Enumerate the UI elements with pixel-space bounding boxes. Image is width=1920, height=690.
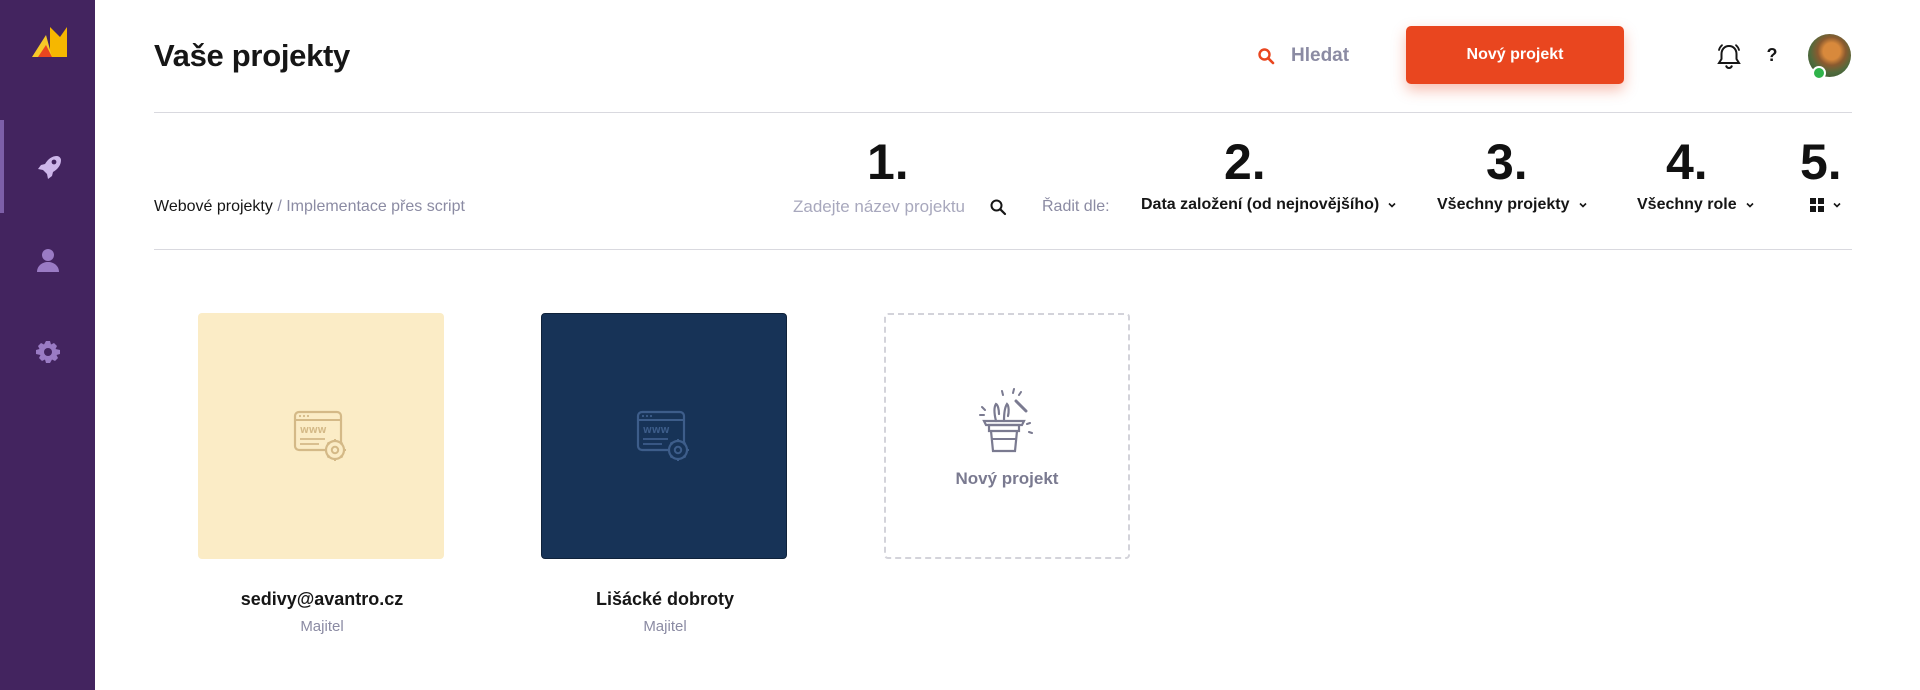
breadcrumb-current: Implementace přes script bbox=[286, 198, 465, 215]
new-project-card[interactable]: Nový projekt bbox=[884, 313, 1132, 559]
search-icon[interactable] bbox=[989, 198, 1007, 216]
project-card[interactable]: WWW sedivy@avantro.cz Majitel bbox=[198, 313, 446, 635]
new-project-button[interactable]: Nový projekt bbox=[1406, 26, 1624, 84]
online-status-dot bbox=[1812, 66, 1826, 80]
chevron-down-icon bbox=[1746, 202, 1754, 208]
annotation-1: 1. bbox=[867, 134, 909, 190]
project-name-input[interactable] bbox=[793, 194, 977, 220]
website-settings-icon: WWW bbox=[293, 410, 346, 461]
search-icon bbox=[1258, 48, 1275, 65]
project-card[interactable]: WWW Lišácké dobroty Majitel bbox=[541, 313, 789, 635]
new-project-tile[interactable]: Nový projekt bbox=[884, 313, 1130, 559]
global-search-label: Hledat bbox=[1291, 45, 1350, 66]
sidebar-item-settings[interactable] bbox=[0, 306, 95, 399]
chevron-down-icon bbox=[1388, 202, 1396, 208]
projects-filter-value: Všechny projekty bbox=[1437, 196, 1570, 213]
project-name-search bbox=[793, 194, 1007, 220]
sidebar-item-projects[interactable] bbox=[0, 120, 95, 213]
projects-filter-dropdown[interactable]: Všechny projekty bbox=[1437, 196, 1588, 214]
new-project-card-label: Nový projekt bbox=[955, 469, 1059, 488]
project-name[interactable]: sedivy@avantro.cz bbox=[198, 589, 446, 610]
chevron-down-icon bbox=[1578, 202, 1587, 208]
help-button[interactable]: ? bbox=[1762, 40, 1782, 70]
project-name[interactable]: Lišácké dobroty bbox=[541, 589, 789, 610]
global-search-button[interactable]: Hledat bbox=[1257, 42, 1349, 70]
svg-text:WWW: WWW bbox=[300, 426, 327, 435]
view-mode-dropdown[interactable] bbox=[1810, 198, 1842, 212]
sort-dropdown[interactable]: Data založení (od nejnovějšího) bbox=[1141, 196, 1397, 214]
sort-label: Řadit dle: bbox=[1042, 198, 1110, 215]
toolbar-divider bbox=[154, 249, 1852, 250]
header-divider bbox=[154, 112, 1852, 113]
breadcrumb-link-web-projects[interactable]: Webové projekty bbox=[154, 198, 273, 215]
project-thumbnail[interactable]: WWW bbox=[541, 313, 787, 559]
project-thumbnail[interactable]: WWW bbox=[198, 313, 444, 559]
annotation-3: 3. bbox=[1486, 134, 1528, 190]
svg-text:WWW: WWW bbox=[643, 426, 670, 435]
annotation-4: 4. bbox=[1666, 134, 1708, 190]
gear-icon bbox=[35, 340, 60, 363]
project-role: Majitel bbox=[300, 618, 344, 635]
magic-hat-icon bbox=[979, 388, 1033, 453]
user-avatar[interactable] bbox=[1808, 34, 1851, 80]
breadcrumb-separator: / bbox=[272, 198, 287, 215]
breadcrumb: Webové projekty / Implementace přes scri… bbox=[154, 198, 465, 216]
bell-icon[interactable] bbox=[1716, 42, 1742, 70]
chevron-down-icon bbox=[1833, 202, 1841, 208]
page-title: Vaše projekty bbox=[154, 38, 350, 73]
roles-filter-value: Všechny role bbox=[1637, 196, 1737, 213]
project-role: Majitel bbox=[643, 618, 687, 635]
sort-dropdown-value: Data založení (od nejnovějšího) bbox=[1141, 196, 1380, 213]
sidebar bbox=[0, 0, 95, 690]
annotation-5: 5. bbox=[1800, 134, 1842, 190]
annotation-2: 2. bbox=[1224, 134, 1266, 190]
app-logo-icon[interactable] bbox=[30, 25, 68, 63]
website-settings-icon: WWW bbox=[636, 410, 689, 461]
roles-filter-dropdown[interactable]: Všechny role bbox=[1637, 196, 1755, 214]
user-icon bbox=[36, 248, 59, 272]
grid-view-icon bbox=[1810, 198, 1824, 212]
sidebar-item-users[interactable] bbox=[0, 213, 95, 306]
rocket-icon bbox=[37, 155, 61, 179]
